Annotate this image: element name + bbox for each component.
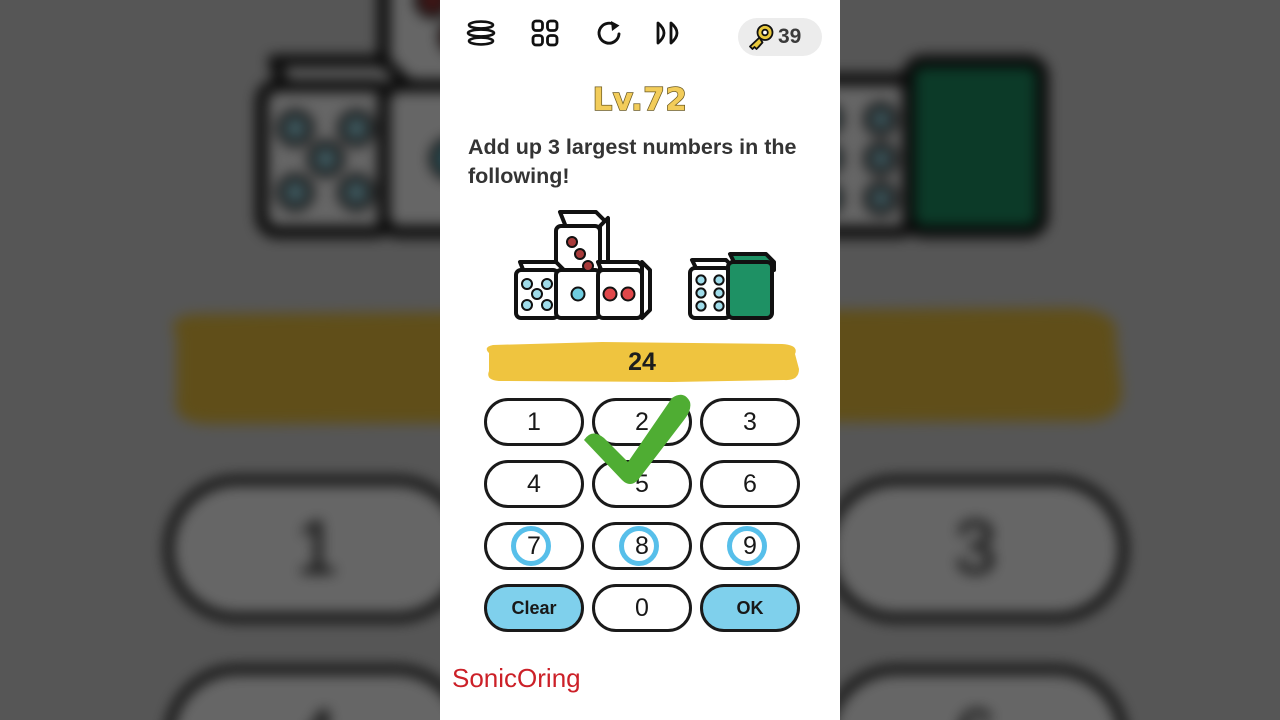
answer-bar: 24	[482, 340, 802, 384]
key-1[interactable]: 1	[484, 398, 584, 446]
key-label: 1	[527, 407, 541, 436]
answer-value: 24	[628, 347, 656, 376]
key-count: 39	[778, 25, 802, 48]
skip-icon-glyph	[656, 21, 679, 45]
key-label: 6	[743, 469, 757, 498]
key-badge[interactable]: 39	[738, 18, 822, 56]
background-key: 6	[823, 665, 1128, 720]
key-2[interactable]: 2	[592, 398, 692, 446]
key-4[interactable]: 4	[484, 460, 584, 508]
menu-icon[interactable]	[458, 11, 504, 55]
key-label: 3	[743, 407, 757, 436]
key-3[interactable]: 3	[700, 398, 800, 446]
menu-icon-glyph	[466, 20, 496, 46]
refresh-icon[interactable]	[586, 11, 632, 55]
question-text: Add up 3 largest numbers in the followin…	[468, 135, 797, 188]
background-key: 3	[823, 475, 1128, 623]
key-label: OK	[736, 597, 764, 618]
key-label: 7	[527, 531, 541, 560]
key-label: 8	[635, 531, 649, 560]
level-title: Lv.72	[592, 81, 688, 119]
game-screen-panel: 39 Lv.72 Add up 3 largest numbers in the…	[440, 0, 840, 720]
key-label: 9	[743, 531, 757, 560]
grid-icon-glyph	[531, 19, 559, 47]
key-9[interactable]: 9	[700, 522, 800, 570]
key-icon	[749, 24, 774, 50]
refresh-icon-glyph	[597, 21, 621, 45]
tile-green-face	[726, 260, 774, 320]
ok-button[interactable]: OK	[700, 584, 800, 632]
background-key: 1	[164, 475, 470, 623]
key-label: 4	[527, 469, 541, 498]
key-5[interactable]: 5	[592, 460, 692, 508]
watermark: SonicOring	[452, 663, 581, 693]
clear-button[interactable]: Clear	[484, 584, 584, 632]
number-keypad: 1 2 3 4 5 6 7 8 9 Clear 0 OK	[484, 398, 800, 632]
key-7[interactable]: 7	[484, 522, 584, 570]
key-8[interactable]: 8	[592, 522, 692, 570]
skip-icon[interactable]	[648, 11, 694, 55]
key-label: 0	[635, 593, 649, 622]
puzzle-illustration	[440, 210, 840, 338]
background-key: 4	[164, 665, 470, 720]
key-label: Clear	[511, 597, 557, 618]
tile-right-edge	[640, 260, 652, 320]
mahjong-tiles-svg	[514, 210, 776, 320]
key-label: 2	[635, 407, 649, 436]
key-0[interactable]: 0	[592, 584, 692, 632]
key-6[interactable]: 6	[700, 460, 800, 508]
top-toolbar: 39	[440, 8, 840, 58]
key-label: 5	[635, 469, 649, 498]
grid-icon[interactable]	[522, 11, 568, 55]
